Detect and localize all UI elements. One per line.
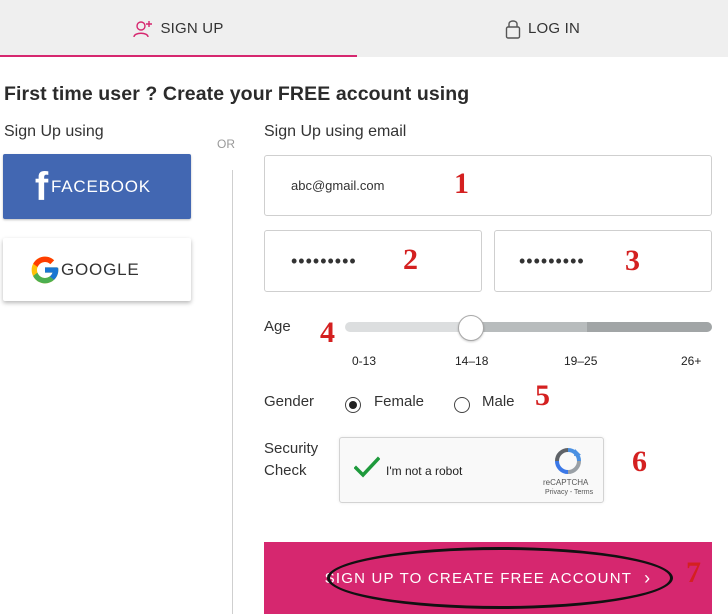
confirm-password-field[interactable] [494,230,712,292]
age-segment-19-25 [471,322,587,332]
age-segment-26-plus [587,322,712,332]
vertical-divider [232,170,233,614]
step-number: 5 [535,379,550,412]
social-signup-label: Sign Up using [4,123,104,140]
step-number: 3 [625,244,640,277]
captcha-text: I'm not a robot [386,464,463,478]
recaptcha-widget[interactable]: I'm not a robot reCAPTCHA Privacy - Term… [339,437,604,503]
step-number: 4 [320,316,335,349]
age-slider-track[interactable] [345,322,712,332]
tab-signup-label: SIGN UP [160,20,224,37]
gender-label: Gender [264,393,315,410]
tab-login[interactable]: LOG IN [357,0,728,57]
chevron-right-icon: › [644,567,652,588]
step-number: 1 [454,167,469,200]
captcha-terms[interactable]: Privacy - Terms [545,489,593,496]
active-tab-indicator [0,55,357,57]
security-label-line: Check [264,462,307,479]
step-number: 6 [632,445,647,478]
gender-female-label: Female [374,393,425,410]
google-icon [29,254,61,286]
gender-male-radio[interactable] [454,397,470,413]
facebook-icon: f [34,164,49,209]
tab-login-label: LOG IN [527,20,581,37]
email-field[interactable] [264,155,712,216]
add-user-icon [133,20,153,38]
google-signup-button[interactable]: GOOGLE [3,238,191,301]
gender-male-label: Male [482,393,515,410]
age-tick-label: 14–18 [455,354,489,368]
age-label: Age [264,318,291,335]
age-tick-label: 19–25 [564,354,598,368]
recaptcha-logo-icon [554,447,582,480]
age-tick-label: 0-13 [352,354,377,368]
facebook-button-label: FACEBOOK [51,176,151,196]
step-number: 7 [686,556,701,589]
lock-icon [505,19,521,39]
facebook-signup-button[interactable]: f FACEBOOK [3,154,191,219]
age-tick-label: 26+ [681,354,702,368]
email-signup-label: Sign Up using email [264,123,407,140]
create-account-button[interactable]: SIGN UP TO CREATE FREE ACCOUNT › [264,542,712,614]
page-title: First time user ? Create your FREE accou… [4,83,470,105]
captcha-brand: reCAPTCHA [543,478,589,487]
tab-signup[interactable]: SIGN UP [0,0,357,57]
security-label-line: Security [264,440,319,457]
security-check-label: Security Check [264,438,318,482]
checkmark-icon[interactable] [353,456,381,483]
step-number: 2 [403,243,418,276]
create-account-label: SIGN UP TO CREATE FREE ACCOUNT [324,569,633,587]
auth-tabs: SIGN UP LOG IN [0,0,728,57]
gender-female-radio[interactable] [345,397,361,413]
age-slider-handle[interactable] [458,315,484,341]
or-separator: OR [217,137,235,151]
google-button-label: GOOGLE [61,259,140,279]
password-field[interactable] [264,230,482,292]
